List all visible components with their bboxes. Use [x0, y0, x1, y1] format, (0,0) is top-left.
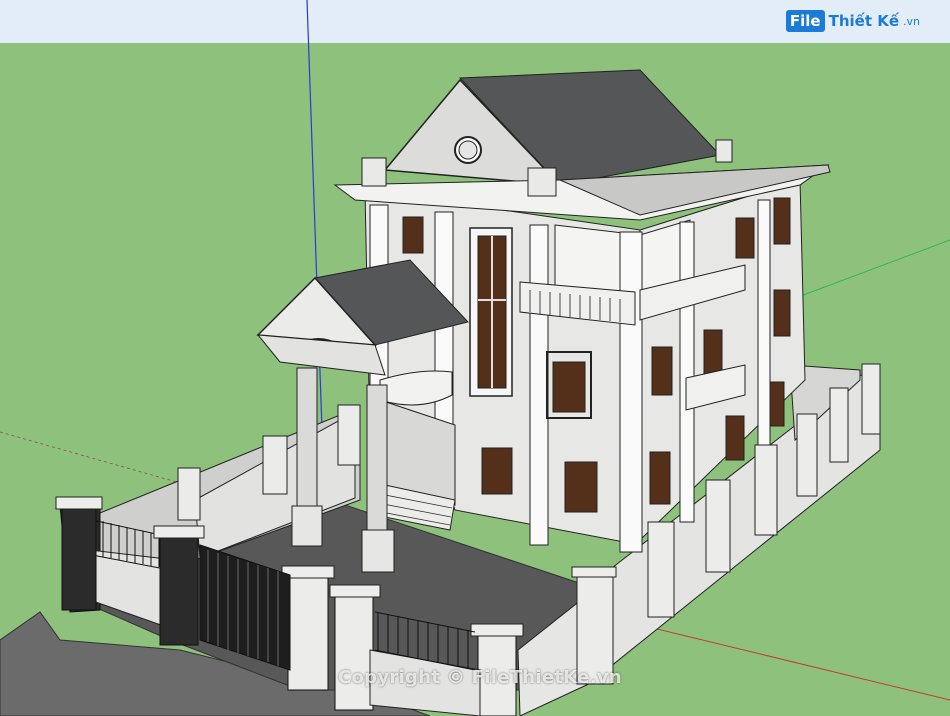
porch-column-right — [366, 384, 388, 534]
gate-pillar-4 — [334, 594, 374, 711]
sketchup-viewport[interactable]: File Thiết Kế .vn Copyright © FileThietK… — [0, 0, 950, 716]
site-logo: File Thiết Kế .vn — [785, 10, 920, 32]
right-front-pillar-cap — [571, 566, 617, 578]
window-ground-1 — [481, 447, 513, 495]
gate-pillar-1 — [61, 504, 97, 611]
porch-column-left-base — [291, 505, 323, 547]
roof-post-right — [715, 139, 733, 163]
window-front-mid — [552, 361, 586, 413]
window-ground-2 — [564, 461, 598, 513]
gate-pillar-2 — [159, 534, 199, 646]
porch-column-left — [296, 367, 318, 509]
column-4 — [619, 231, 643, 553]
porch-column-right-base — [361, 529, 395, 573]
window-side-upper-1 — [773, 197, 791, 245]
logo-badge: File — [785, 10, 825, 32]
gable-round-window-inner — [458, 140, 478, 160]
copyright-watermark: Copyright © FileThietKe.vn — [338, 667, 623, 688]
window-side-mid-2 — [703, 329, 723, 377]
column-6 — [757, 199, 771, 461]
window-ground-side-2 — [725, 415, 745, 461]
roof-post-left — [361, 157, 387, 187]
column-5 — [679, 221, 695, 523]
gate-pillar-4-cap — [329, 584, 381, 598]
window-upper-left — [402, 216, 424, 254]
window-side-lower-1 — [769, 381, 785, 427]
window-ground-side-1 — [649, 451, 671, 505]
window-side-top-1 — [735, 217, 755, 259]
window-side-upper-2 — [773, 289, 791, 337]
gate-pillar-3 — [287, 574, 329, 691]
roof-post-center — [527, 167, 557, 197]
column-3 — [529, 224, 549, 546]
3d-model-scene[interactable] — [0, 0, 950, 716]
logo-suffix: .vn — [903, 14, 920, 28]
gate-pillar-5-cap — [470, 623, 524, 637]
gate-pillar-2-cap — [153, 525, 205, 539]
gate-pillar-1-cap — [55, 496, 103, 510]
window-side-mid-1 — [651, 346, 673, 396]
logo-name: Thiết Kế — [828, 12, 900, 30]
